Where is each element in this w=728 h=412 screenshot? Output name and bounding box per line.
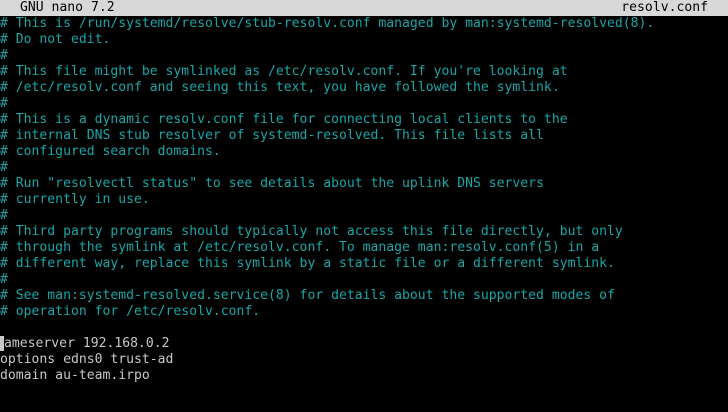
editor-line: # See man:systemd-resolved.service(8) fo… [0, 288, 615, 303]
nameserver-line: ameserver 192.168.0.2 [4, 336, 170, 351]
editor-line: # This is a dynamic resolv.conf file for… [0, 112, 568, 127]
editor-line: # [0, 96, 8, 111]
editor-line: # [0, 272, 8, 287]
editor-line: # [0, 160, 8, 175]
editor-line: # Run "resolvectl status" to see details… [0, 176, 544, 191]
file-name: resolv.conf [621, 0, 708, 15]
nano-title-bar: GNU nano 7.2 resolv.conf [0, 0, 728, 16]
editor-line: # This is /run/systemd/resolve/stub-reso… [0, 16, 655, 31]
editor-line: # configured search domains. [0, 144, 221, 159]
editor-line: # This file might be symlinked as /etc/r… [0, 64, 568, 79]
editor-line: # /etc/resolv.conf and seeing this text,… [0, 80, 560, 95]
editor-line: # through the symlink at /etc/resolv.con… [0, 240, 600, 255]
editor-line: ameserver 192.168.0.2 [0, 336, 728, 352]
editor-line: # [0, 48, 8, 63]
editor-text-area[interactable]: # This is /run/systemd/resolve/stub-reso… [0, 16, 728, 412]
editor-line: # Third party programs should typically … [0, 224, 623, 239]
editor-line: # Do not edit. [0, 32, 111, 47]
options-line: options edns0 trust-ad [0, 352, 174, 367]
editor-name: GNU nano 7.2 [20, 0, 115, 15]
editor-line: # internal DNS stub resolver of systemd-… [0, 128, 544, 143]
editor-line: # [0, 208, 8, 223]
editor-line: # currently in use. [0, 192, 150, 207]
editor-line: # different way, replace this symlink by… [0, 256, 615, 271]
editor-line: # operation for /etc/resolv.conf. [0, 304, 261, 319]
domain-line: domain au-team.irpo [0, 368, 150, 383]
